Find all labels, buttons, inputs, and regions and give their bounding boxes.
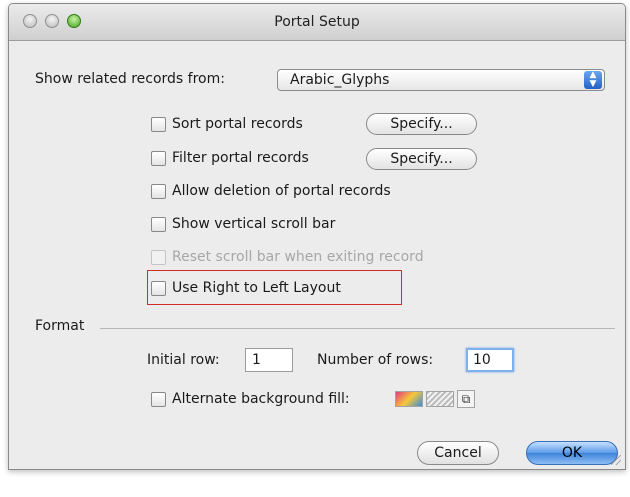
- window-title: Portal Setup: [274, 14, 360, 30]
- rtl-layout-checkbox[interactable]: [151, 280, 166, 296]
- sort-specify-button[interactable]: Specify...: [366, 113, 477, 135]
- related-records-label: Show related records from:: [35, 71, 225, 87]
- related-table-value: Arabic_Glyphs: [290, 72, 390, 88]
- number-of-rows-field[interactable]: 10: [466, 348, 514, 372]
- fill-pattern-swatch-icon[interactable]: [426, 391, 454, 407]
- filter-portal-label: Filter portal records: [172, 150, 309, 166]
- number-of-rows-label: Number of rows:: [317, 352, 434, 368]
- initial-row-label: Initial row:: [147, 352, 220, 368]
- rtl-layout-label: Use Right to Left Layout: [172, 280, 341, 296]
- resize-grip-icon[interactable]: [611, 455, 621, 465]
- allow-deletion-checkbox[interactable]: [151, 183, 166, 199]
- fill-color-swatch-icon[interactable]: [395, 391, 423, 407]
- reset-scroll-checkbox-row: Reset scroll bar when exiting record: [151, 246, 424, 268]
- ok-button[interactable]: OK: [526, 441, 618, 465]
- filter-portal-checkbox-row[interactable]: Filter portal records: [151, 147, 309, 169]
- popup-arrows-icon: ▲ ▼: [584, 71, 602, 89]
- portal-setup-dialog: Portal Setup Show related records from: …: [8, 3, 626, 470]
- sort-portal-checkbox-row[interactable]: Sort portal records: [151, 113, 303, 135]
- cancel-button[interactable]: Cancel: [417, 441, 499, 465]
- title-bar: Portal Setup: [9, 4, 625, 41]
- vertical-scroll-checkbox[interactable]: [151, 216, 166, 232]
- allow-deletion-checkbox-row[interactable]: Allow deletion of portal records: [151, 180, 391, 202]
- sort-portal-label: Sort portal records: [172, 116, 303, 132]
- sort-portal-checkbox[interactable]: [151, 116, 166, 132]
- reset-scroll-label: Reset scroll bar when exiting record: [172, 249, 424, 265]
- alternate-fill-checkbox[interactable]: [151, 391, 166, 407]
- filter-specify-button[interactable]: Specify...: [366, 148, 477, 170]
- vertical-scroll-checkbox-row[interactable]: Show vertical scroll bar: [151, 213, 335, 235]
- initial-row-field[interactable]: 1: [245, 348, 293, 372]
- alternate-fill-checkbox-row[interactable]: Alternate background fill:: [151, 388, 350, 410]
- alternate-fill-label: Alternate background fill:: [172, 391, 350, 407]
- allow-deletion-label: Allow deletion of portal records: [172, 183, 391, 199]
- related-table-popup[interactable]: Arabic_Glyphs ▲ ▼: [277, 69, 605, 91]
- rtl-layout-checkbox-row[interactable]: Use Right to Left Layout: [151, 277, 341, 299]
- vertical-scroll-label: Show vertical scroll bar: [172, 216, 336, 232]
- fill-effect-icon[interactable]: ⧉: [457, 390, 475, 408]
- filter-portal-checkbox[interactable]: [151, 150, 166, 166]
- format-separator: [100, 328, 615, 329]
- reset-scroll-checkbox: [151, 249, 166, 265]
- format-section-label: Format: [35, 318, 85, 334]
